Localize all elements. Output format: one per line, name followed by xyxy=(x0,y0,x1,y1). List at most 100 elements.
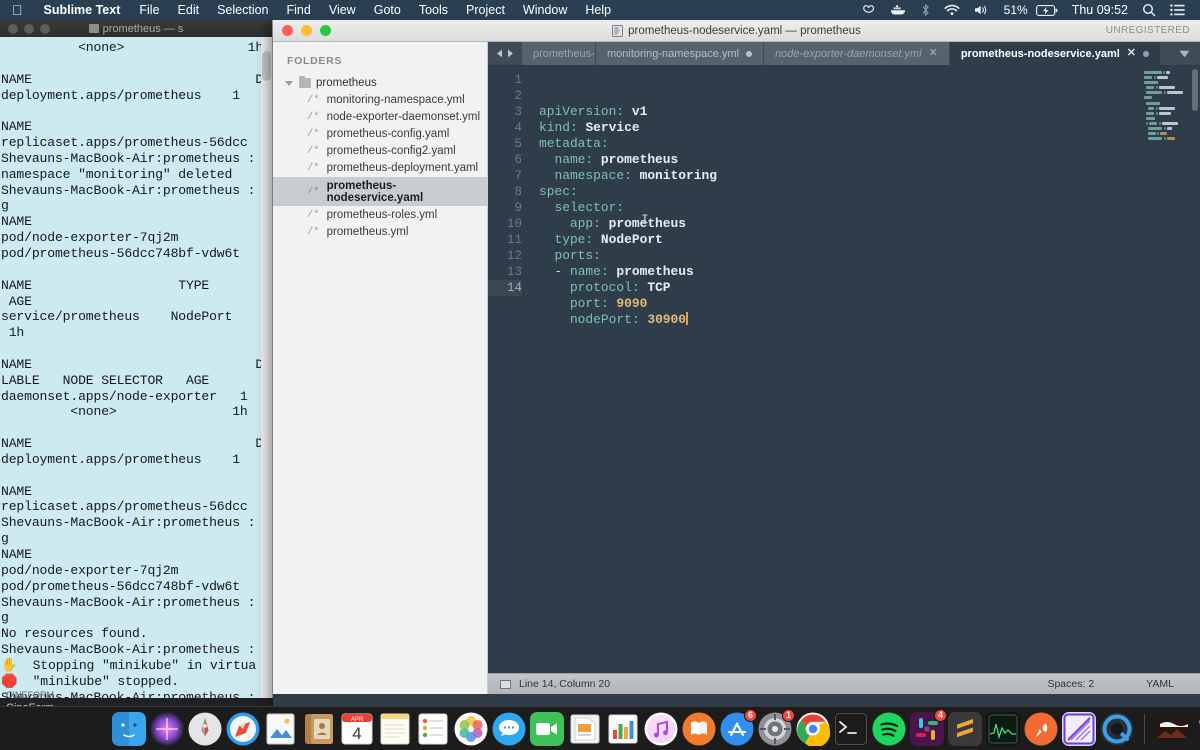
chevron-down-icon[interactable] xyxy=(1169,42,1200,65)
code-minimap[interactable] xyxy=(1138,65,1200,673)
terminal-window[interactable]: prometheus — s <none> 1h NAME DES deploym… xyxy=(0,20,273,715)
sidebar-toggle-icon[interactable] xyxy=(500,679,511,689)
dock-item-sublime-text[interactable] xyxy=(948,711,982,750)
minimap-scrollbar[interactable] xyxy=(1192,69,1198,111)
dock-item-downloads-stack[interactable] xyxy=(1155,712,1189,746)
indentation-setting[interactable]: Spaces: 2 xyxy=(1047,678,1094,690)
menu-item-tools[interactable]: Tools xyxy=(410,3,457,17)
menu-item-view[interactable]: View xyxy=(320,3,365,17)
dock-item-activity-monitor[interactable] xyxy=(986,711,1020,750)
dock-item-photos[interactable] xyxy=(454,712,488,746)
volume-icon[interactable] xyxy=(967,4,997,16)
maximize-window-button[interactable] xyxy=(320,25,331,36)
close-window-button[interactable] xyxy=(282,25,293,36)
dock-item-contacts[interactable] xyxy=(302,712,336,746)
file-type-icon: /* xyxy=(307,110,320,123)
menu-app-name[interactable]: Sublime Text xyxy=(34,3,131,17)
dock-item-calendar[interactable]: APR 4 xyxy=(340,712,374,746)
dock-item-preview[interactable] xyxy=(264,712,298,746)
sidebar-file-monitoring-namespace-yml[interactable]: /* monitoring-namespace.yml xyxy=(273,91,487,108)
terminal-line: NAME DES xyxy=(1,436,273,452)
dock-item-app-store[interactable]: 6 xyxy=(720,708,757,746)
dock-item-itunes[interactable] xyxy=(644,712,678,746)
tab-navigation-arrows[interactable] xyxy=(488,42,522,65)
dock-item-launchpad[interactable] xyxy=(188,712,222,746)
chevron-down-icon[interactable] xyxy=(285,80,293,86)
menu-item-file[interactable]: File xyxy=(130,3,168,17)
battery-charging-icon[interactable] xyxy=(1035,4,1065,16)
sidebar-file-prometheus-deployment-yaml[interactable]: /* prometheus-deployment.yaml xyxy=(273,160,487,177)
tab-prometheus-nodeservice-yaml[interactable]: prometheus-nodeservice.yaml ✕ xyxy=(949,42,1161,65)
scrollbar-thumb[interactable] xyxy=(262,51,271,81)
terminal-line: NAME TYPE ( xyxy=(1,277,273,293)
close-icon[interactable]: ✕ xyxy=(929,48,938,59)
dock-item-slack[interactable]: 4 xyxy=(910,708,947,746)
tab-prometheus-r[interactable]: prometheus-r xyxy=(522,42,596,65)
bluetooth-icon[interactable] xyxy=(914,3,937,17)
safari-icon xyxy=(226,712,260,746)
dock-item-messages[interactable] xyxy=(492,712,526,746)
sidebar-file-node-exporter-daemonset-yml[interactable]: /* node-exporter-daemonset.yml xyxy=(273,108,487,125)
menu-item-project[interactable]: Project xyxy=(457,3,514,17)
sidebar-file-browser[interactable]: FOLDERS prometheus /* monitoring-namespac… xyxy=(273,42,488,694)
sublime-text-window[interactable]: prometheus-nodeservice.yaml — prometheus… xyxy=(273,20,1200,715)
terminal-line: NAME xyxy=(1,214,32,230)
sidebar-file-prometheus-roles-yml[interactable]: /* prometheus-roles.yml xyxy=(273,206,487,223)
apple-logo-icon[interactable]:  xyxy=(0,3,34,17)
sidebar-file-prometheus-config2-yaml[interactable]: /* prometheus-config2.yaml xyxy=(273,143,487,160)
wifi-icon[interactable] xyxy=(937,4,967,16)
menu-clock[interactable]: Thu 09:52 xyxy=(1065,3,1135,17)
window-controls[interactable] xyxy=(273,25,331,36)
spotlight-search-icon[interactable] xyxy=(1135,3,1163,17)
menu-item-help[interactable]: Help xyxy=(576,3,620,17)
close-icon[interactable]: ✕ xyxy=(1127,48,1136,59)
dock-item-photoshop[interactable] xyxy=(1062,711,1096,750)
dock-item-quicktime[interactable] xyxy=(1100,712,1134,750)
dock-item-facetime[interactable] xyxy=(530,711,564,746)
open-file-tabs[interactable]: prometheus-r monitoring-namespace.yml node… xyxy=(522,42,1161,65)
code-editor-area[interactable]: 1 2 3 4 5 6 7 8 9 10 11 12 13 14 apiVersion: v1 kind: … xyxy=(488,65,1200,673)
terminal-scrollbar[interactable] xyxy=(261,37,272,715)
dock-item-system-preferences[interactable]: 1 xyxy=(758,708,795,750)
dock-item-postman[interactable] xyxy=(1024,712,1058,750)
menu-item-edit[interactable]: Edit xyxy=(169,3,209,17)
notification-center-icon[interactable] xyxy=(1163,4,1192,16)
docker-whale-icon[interactable] xyxy=(883,4,914,16)
dock-item-spotify[interactable] xyxy=(872,712,906,746)
unsaved-dot-icon[interactable] xyxy=(1143,50,1149,57)
dock-item-trash[interactable] xyxy=(1193,712,1200,746)
code-content[interactable]: apiVersion: v1 kind: Service metadata: nam… xyxy=(531,65,1138,673)
code-line: protocol: TCP xyxy=(539,280,1138,296)
chevron-left-icon[interactable] xyxy=(496,49,503,58)
macos-dock[interactable]: APR 4 6 1 4 xyxy=(0,706,1200,750)
dock-item-terminal[interactable] xyxy=(834,711,868,750)
menu-item-window[interactable]: Window xyxy=(514,3,576,17)
dock-item-keynote[interactable] xyxy=(568,712,602,746)
dock-item-notes[interactable] xyxy=(378,712,412,746)
menu-item-selection[interactable]: Selection xyxy=(208,3,277,17)
sidebar-file-prometheus-config-yaml[interactable]: /* prometheus-config.yaml xyxy=(273,125,487,142)
dock-item-siri[interactable] xyxy=(150,712,184,746)
dock-item-google-chrome[interactable] xyxy=(796,712,830,750)
menu-item-find[interactable]: Find xyxy=(278,3,320,17)
sidebar-file-list[interactable]: /* monitoring-namespace.yml /* node-exporte… xyxy=(273,91,487,241)
terminal-output[interactable]: <none> 1h NAME DES deployment.apps/promet… xyxy=(0,37,272,705)
tab-node-exporter-daemonset-yml[interactable]: node-exporter-daemonset.yml ✕ xyxy=(764,42,950,65)
dock-item-safari[interactable] xyxy=(226,712,260,750)
dock-item-reminders[interactable] xyxy=(416,712,450,746)
tab-bar[interactable]: prometheus-r monitoring-namespace.yml node… xyxy=(488,42,1200,65)
sidebar-file-prometheus-nodeservice-yaml[interactable]: /* prometheus-nodeservice.yaml xyxy=(273,176,487,207)
dock-item-finder[interactable] xyxy=(112,711,146,750)
minimize-window-button[interactable] xyxy=(301,25,312,36)
dock-item-ibooks[interactable] xyxy=(682,712,716,746)
syntax-mode[interactable]: YAML xyxy=(1146,678,1174,690)
dock-item-numbers[interactable] xyxy=(606,712,640,746)
menu-item-goto[interactable]: Goto xyxy=(365,3,410,17)
creative-cloud-icon[interactable] xyxy=(854,4,883,17)
sidebar-folder-prometheus[interactable]: prometheus xyxy=(273,75,487,91)
chevron-right-icon[interactable] xyxy=(507,49,514,58)
sidebar-file-prometheus-yml[interactable]: /* prometheus.yml xyxy=(273,223,487,240)
unsaved-dot-icon[interactable] xyxy=(746,50,753,57)
tab-monitoring-namespace-yml[interactable]: monitoring-namespace.yml xyxy=(596,42,765,65)
